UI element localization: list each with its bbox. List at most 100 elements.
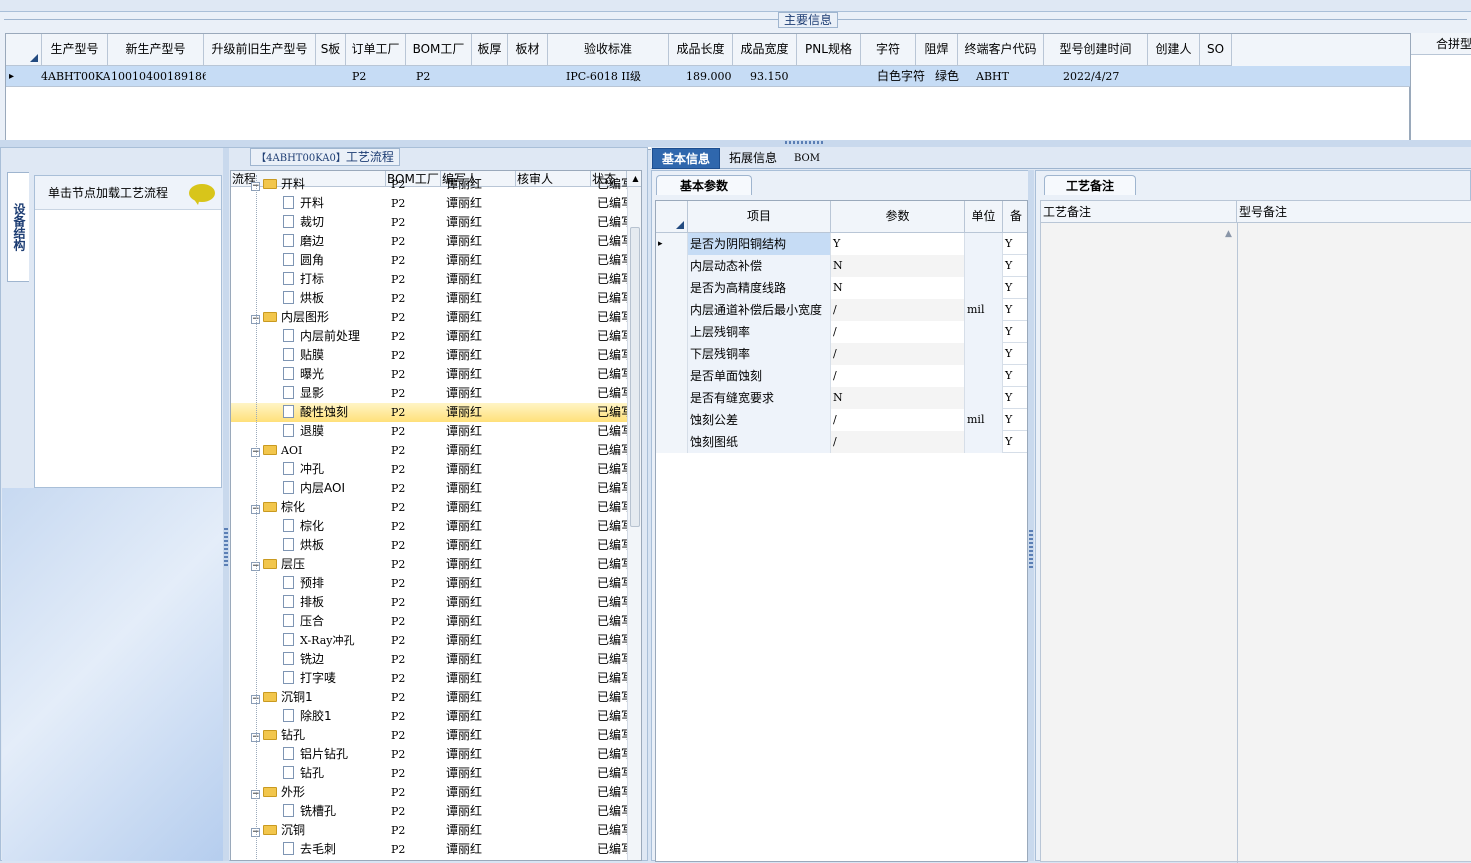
- params-col-item[interactable]: 项目: [688, 201, 831, 233]
- tree-row[interactable]: X-Ray冲孔 P2 谭丽红 已编写: [231, 631, 627, 650]
- tree-row[interactable]: 退膜 P2 谭丽红 已编写: [231, 422, 627, 441]
- tree-node-name[interactable]: − 外形: [251, 783, 386, 802]
- tree-row[interactable]: 酸性蚀刻 P2 谭丽红 已编写: [231, 403, 627, 422]
- params-grid[interactable]: 项目 参数 单位 备 ▸ 是否为阴阳铜结构 Y Y 内层动态补偿 N Y 是否为高精度线路 N Y…: [655, 200, 1028, 862]
- tree-node-name[interactable]: − 开料: [251, 175, 386, 194]
- tab-basic-info[interactable]: 基本信息: [652, 148, 720, 169]
- tree-node-name[interactable]: 冲孔: [283, 460, 386, 479]
- tree-row[interactable]: −层压 P2 谭丽红 已编写: [231, 555, 627, 574]
- tree-node-name[interactable]: 铣槽孔: [283, 802, 386, 821]
- col-header-16[interactable]: 创建人: [1148, 34, 1200, 66]
- params-row[interactable]: 上层残铜率 / Y: [656, 321, 1027, 343]
- horizontal-splitter[interactable]: [0, 140, 1471, 147]
- tree-node-name[interactable]: − AOI: [251, 441, 386, 460]
- col-header-4[interactable]: 订单工厂: [346, 34, 406, 66]
- col-header-9[interactable]: 成品长度: [669, 34, 733, 66]
- tree-row[interactable]: 内层前处理 P2 谭丽红 已编写: [231, 327, 627, 346]
- tree-row[interactable]: −钻孔 P2 谭丽红 已编写: [231, 726, 627, 745]
- tree-node-name[interactable]: − 内层图形: [251, 308, 386, 327]
- tree-row[interactable]: 铣边 P2 谭丽红 已编写: [231, 650, 627, 669]
- tree-node-name[interactable]: 酸性蚀刻: [283, 403, 386, 422]
- tree-scrollbar[interactable]: [627, 187, 641, 860]
- tree-row[interactable]: 钻孔 P2 谭丽红 已编写: [231, 764, 627, 783]
- tab-equipment-structure[interactable]: 设备结构: [7, 172, 29, 282]
- tree-node-name[interactable]: 圆角: [283, 251, 386, 270]
- tree-node-name[interactable]: 去毛刺: [283, 840, 386, 859]
- params-row[interactable]: 是否有缝宽要求 N Y: [656, 387, 1027, 409]
- params-col-param[interactable]: 参数: [831, 201, 965, 233]
- tree-node-name[interactable]: 压合: [283, 612, 386, 631]
- tree-row[interactable]: 烘板 P2 谭丽红 已编写: [231, 536, 627, 555]
- tree-row[interactable]: 打标 P2 谭丽红 已编写: [231, 270, 627, 289]
- tree-node-name[interactable]: − 棕化: [251, 498, 386, 517]
- tree-node-name[interactable]: 预排: [283, 574, 386, 593]
- tree-row[interactable]: 排板 P2 谭丽红 已编写: [231, 593, 627, 612]
- scroll-up-icon[interactable]: ▲: [1225, 229, 1232, 239]
- tree-node-name[interactable]: 内层前处理: [283, 327, 386, 346]
- param-value[interactable]: /: [831, 343, 965, 365]
- tree-node-name[interactable]: 贴膜: [283, 346, 386, 365]
- cell-char[interactable]: 白色字符: [874, 66, 936, 87]
- col-header-1[interactable]: 新生产型号: [108, 34, 204, 66]
- tree-row[interactable]: 铝片钻孔 P2 谭丽红 已编写: [231, 745, 627, 764]
- params-row[interactable]: 是否为高精度线路 N Y: [656, 277, 1027, 299]
- cell-bom-factory[interactable]: P2: [413, 66, 443, 87]
- tree-row[interactable]: 曝光 P2 谭丽红 已编写: [231, 365, 627, 384]
- tree-row[interactable]: 预排 P2 谭丽红 已编写: [231, 574, 627, 593]
- tab-basic-params[interactable]: 基本参数: [656, 175, 752, 195]
- param-value[interactable]: /: [831, 431, 965, 453]
- params-row[interactable]: ▸ 是否为阴阳铜结构 Y Y: [656, 233, 1027, 255]
- tree-row[interactable]: −沉铜 P2 谭丽红 已编写: [231, 821, 627, 840]
- right-splitter[interactable]: [1028, 170, 1034, 861]
- tree-row[interactable]: −沉铜1 P2 谭丽红 已编写: [231, 688, 627, 707]
- param-value[interactable]: /: [831, 299, 965, 321]
- tree-row[interactable]: 去毛刺 P2 谭丽红 已编写: [231, 840, 627, 859]
- tree-row[interactable]: 内层AOI P2 谭丽红 已编写: [231, 479, 627, 498]
- params-row[interactable]: 内层动态补偿 N Y: [656, 255, 1027, 277]
- params-row[interactable]: 下层残铜率 / Y: [656, 343, 1027, 365]
- tree-row[interactable]: 打字唛 P2 谭丽红 已编写: [231, 669, 627, 688]
- tree-node-name[interactable]: 打标: [283, 270, 386, 289]
- param-value[interactable]: /: [831, 409, 965, 431]
- scroll-up-icon[interactable]: ▲: [627, 171, 641, 187]
- col-header-8[interactable]: 验收标准: [548, 34, 669, 66]
- tree-node-name[interactable]: 除胶1: [283, 707, 386, 726]
- param-value[interactable]: /: [831, 321, 965, 343]
- tree-row[interactable]: −棕化 P2 谭丽红 已编写: [231, 498, 627, 517]
- tree-row[interactable]: 贴膜 P2 谭丽红 已编写: [231, 346, 627, 365]
- tree-node-name[interactable]: 内层AOI: [283, 479, 386, 498]
- tree-node-name[interactable]: − 沉铜1: [251, 688, 386, 707]
- tree-row[interactable]: 铣槽孔 P2 谭丽红 已编写: [231, 802, 627, 821]
- tree-row[interactable]: 圆角 P2 谭丽红 已编写: [231, 251, 627, 270]
- tree-node-name[interactable]: 显影: [283, 384, 386, 403]
- col-header-13[interactable]: 阻焊: [916, 34, 958, 66]
- tree-row[interactable]: 显影 P2 谭丽红 已编写: [231, 384, 627, 403]
- process-tree[interactable]: 流程 BOM工厂 编写人 核审人 状态 ▲ −开料P2谭丽红已编写开料P2谭丽红…: [230, 170, 642, 861]
- tree-node-name[interactable]: 铝片钻孔: [283, 745, 386, 764]
- main-info-grid[interactable]: 生产型号 新生产型号 升级前旧生产型号 S板 订单工厂 BOM工厂 板厚 板材 验收标准 成品长度…: [5, 33, 1411, 150]
- col-header-15[interactable]: 型号创建时间: [1044, 34, 1148, 66]
- col-header-0[interactable]: 生产型号: [42, 34, 108, 66]
- tree-row[interactable]: 烘板 P2 谭丽红 已编写: [231, 289, 627, 308]
- param-value[interactable]: N: [831, 387, 965, 409]
- tree-node-name[interactable]: 铣边: [283, 650, 386, 669]
- tree-row[interactable]: 磨边 P2 谭丽红 已编写: [231, 232, 627, 251]
- cell-customer[interactable]: ABHT: [973, 66, 1033, 87]
- col-header-2[interactable]: 升级前旧生产型号: [204, 34, 316, 66]
- tree-node-name[interactable]: − 沉铜: [251, 821, 386, 840]
- param-value[interactable]: /: [831, 365, 965, 387]
- cell-prod-model[interactable]: 4ABHT00KA0: [38, 66, 110, 87]
- tree-node-name[interactable]: 烘板: [283, 289, 386, 308]
- params-corner[interactable]: [656, 201, 688, 233]
- tree-row[interactable]: −内层图形 P2 谭丽红 已编写: [231, 308, 627, 327]
- merge-grid[interactable]: 合拼型: [1410, 33, 1471, 150]
- tree-node-name[interactable]: X-Ray冲孔: [283, 631, 386, 650]
- col-header-11[interactable]: PNL规格: [797, 34, 861, 66]
- tree-node-name[interactable]: 烘板: [283, 536, 386, 555]
- col-header-7[interactable]: 板材: [508, 34, 548, 66]
- tab-extended-info[interactable]: 拓展信息: [723, 148, 783, 169]
- cell-length[interactable]: 189.000: [683, 66, 747, 87]
- scroll-thumb[interactable]: [630, 227, 640, 527]
- tree-node-name[interactable]: − 层压: [251, 555, 386, 574]
- params-col-unit[interactable]: 单位: [965, 201, 1003, 233]
